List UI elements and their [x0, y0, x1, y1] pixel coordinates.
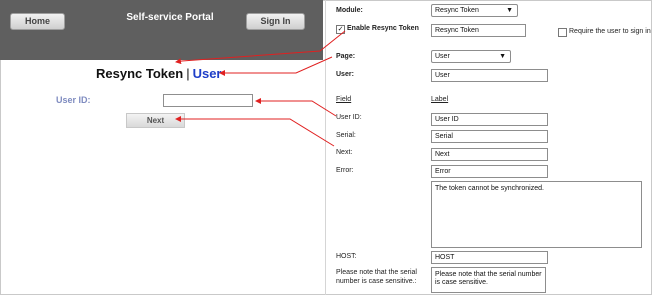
- host-field-label: HOST:: [336, 253, 357, 260]
- note-field-label: Please note that the serial number is ca…: [336, 269, 417, 285]
- require-signin-label: Require the user to sign in: [569, 28, 651, 35]
- chevron-down-icon: ▼: [506, 7, 513, 14]
- sign-in-button[interactable]: Sign In: [246, 13, 305, 30]
- chevron-down-icon: ▼: [499, 53, 506, 60]
- module-select[interactable]: Resync Token ▼: [431, 4, 518, 17]
- enable-label: Enable Resync Token: [347, 25, 419, 32]
- panel-divider: [325, 0, 326, 295]
- page-title-main: Resync Token: [96, 66, 184, 81]
- note-textarea[interactable]: Please note that the serial number is ca…: [431, 267, 546, 293]
- module-select-value: Resync Token: [435, 7, 479, 14]
- portal-header: Home Self-service Portal Sign In: [0, 0, 323, 60]
- error-message-text: The token cannot be synchronized.: [435, 185, 544, 192]
- field-column-header: Field: [336, 96, 352, 103]
- userid-field-label: User ID:: [336, 114, 362, 121]
- page-label: Page:: [336, 53, 356, 60]
- user-label: User:: [336, 71, 354, 78]
- error-field-label: Error:: [336, 167, 354, 174]
- userid-label-input[interactable]: User ID: [431, 113, 548, 126]
- label-column-header: Label: [431, 96, 449, 103]
- serial-label-input[interactable]: Serial: [431, 130, 548, 143]
- error-label-input[interactable]: Error: [431, 165, 548, 178]
- user-input[interactable]: User: [431, 69, 548, 82]
- next-button[interactable]: Next: [126, 113, 185, 128]
- serial-field-label: Serial:: [336, 132, 356, 139]
- userid-label: User ID:: [56, 95, 91, 105]
- error-message-textarea[interactable]: The token cannot be synchronized.: [431, 181, 642, 248]
- enable-value-input[interactable]: Resync Token: [431, 24, 526, 37]
- enable-checkbox[interactable]: ✓: [336, 25, 345, 34]
- page-title: Resync Token | User: [96, 66, 222, 81]
- note-text: Please note that the serial number is ca…: [435, 271, 542, 286]
- page-select[interactable]: User ▼: [431, 50, 511, 63]
- module-label: Module:: [336, 7, 363, 14]
- page-title-separator: |: [186, 66, 190, 81]
- require-signin-checkbox[interactable]: [558, 28, 567, 37]
- home-button[interactable]: Home: [10, 13, 65, 30]
- page-title-user: User: [192, 66, 222, 81]
- host-input[interactable]: HOST: [431, 251, 548, 264]
- userid-input[interactable]: [163, 94, 253, 107]
- next-field-label: Next:: [336, 149, 353, 156]
- portal-title: Self-service Portal: [126, 12, 214, 23]
- page-select-value: User: [435, 53, 450, 60]
- scroll-up-icon: ▲: [536, 272, 542, 278]
- next-label-input[interactable]: Next: [431, 148, 548, 161]
